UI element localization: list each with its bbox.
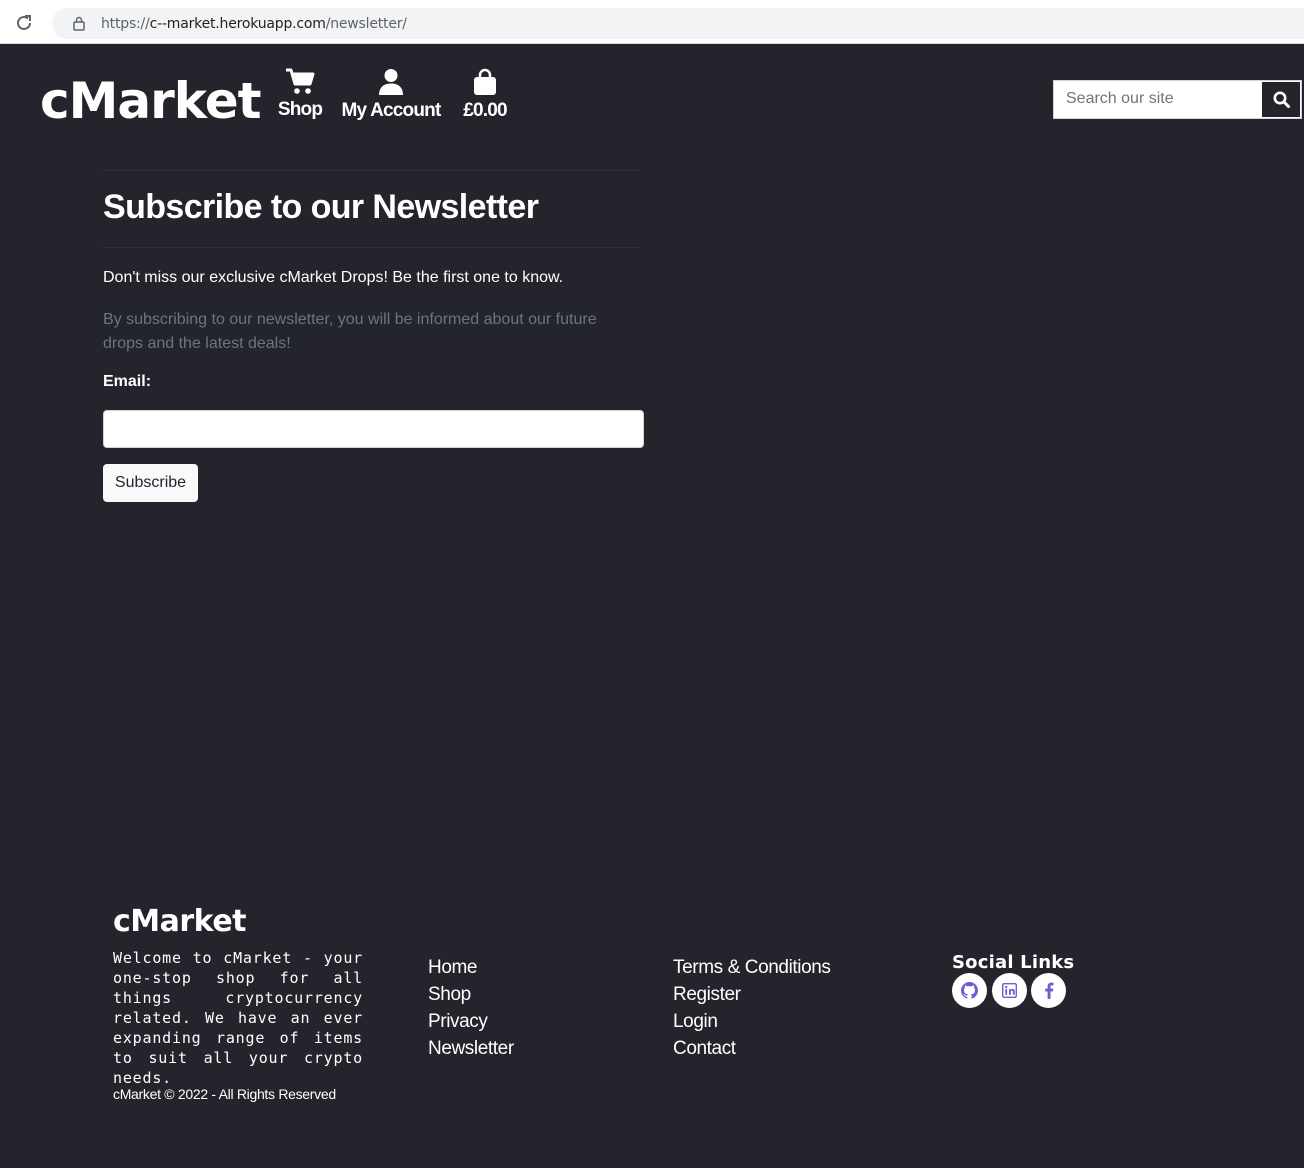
nav-shop-label: Shop bbox=[277, 99, 323, 120]
url-scheme: https:// bbox=[101, 16, 150, 32]
linkedin-icon bbox=[1002, 983, 1017, 998]
subscribe-button[interactable]: Subscribe bbox=[103, 464, 198, 502]
bag-total: £0.00 bbox=[463, 100, 507, 121]
footer-link-home[interactable]: Home bbox=[428, 954, 514, 981]
nav-shopping-bag[interactable]: £0.00 bbox=[458, 68, 512, 122]
footer-link-shop[interactable]: Shop bbox=[428, 981, 514, 1008]
site-search bbox=[1053, 80, 1302, 119]
social-links-title: Social Links bbox=[952, 952, 1075, 973]
footer-link-privacy[interactable]: Privacy bbox=[428, 1008, 514, 1035]
search-input[interactable] bbox=[1054, 81, 1256, 116]
url-text[interactable]: https://c--market.herokuapp.com/newslett… bbox=[101, 16, 407, 32]
search-button[interactable] bbox=[1261, 81, 1301, 118]
site-logo[interactable]: cMarket bbox=[40, 72, 262, 130]
footer-copyright: cMarket © 2022 - All Rights Reserved bbox=[113, 1086, 336, 1102]
nav-account-label: My Account bbox=[341, 100, 442, 121]
search-icon bbox=[1273, 91, 1290, 108]
footer-link-contact[interactable]: Contact bbox=[673, 1035, 831, 1062]
browser-toolbar: https://c--market.herokuapp.com/newslett… bbox=[0, 0, 1304, 44]
nav-shop[interactable]: Shop bbox=[277, 68, 323, 121]
newsletter-lead: Don't miss our exclusive cMarket Drops! … bbox=[103, 269, 564, 286]
shopping-bag-icon bbox=[474, 68, 496, 95]
lock-icon bbox=[72, 16, 86, 31]
footer-links-account: Terms & Conditions Register Login Contac… bbox=[673, 954, 831, 1062]
social-facebook-button[interactable] bbox=[1031, 973, 1066, 1008]
page-title: Subscribe to our Newsletter bbox=[103, 188, 539, 226]
reload-icon[interactable] bbox=[14, 13, 34, 33]
footer-link-newsletter[interactable]: Newsletter bbox=[428, 1035, 514, 1062]
facebook-icon bbox=[1044, 982, 1053, 999]
social-linkedin-button[interactable] bbox=[992, 973, 1027, 1008]
user-icon bbox=[379, 69, 403, 95]
title-bottom-divider bbox=[103, 247, 640, 248]
github-icon bbox=[961, 982, 978, 999]
newsletter-description: By subscribing to our newsletter, you wi… bbox=[103, 311, 597, 352]
footer-logo[interactable]: cMarket bbox=[113, 904, 247, 939]
nav-my-account[interactable]: My Account bbox=[340, 68, 442, 122]
url-path: /newsletter/ bbox=[325, 16, 407, 32]
footer-link-register[interactable]: Register bbox=[673, 981, 831, 1008]
footer-links-main: Home Shop Privacy Newsletter bbox=[428, 954, 514, 1062]
social-github-button[interactable] bbox=[952, 973, 987, 1008]
email-field[interactable] bbox=[103, 410, 644, 448]
footer-link-terms[interactable]: Terms & Conditions bbox=[673, 954, 831, 981]
cart-icon bbox=[286, 68, 315, 94]
footer-link-login[interactable]: Login bbox=[673, 1008, 831, 1035]
email-label: Email: bbox=[103, 373, 152, 390]
address-bar[interactable]: https://c--market.herokuapp.com/newslett… bbox=[52, 8, 1304, 39]
footer-about: Welcome to cMarket - your one-stop shop … bbox=[113, 949, 363, 1087]
url-host: c--market.herokuapp.com bbox=[149, 16, 326, 32]
title-top-divider bbox=[103, 170, 640, 171]
